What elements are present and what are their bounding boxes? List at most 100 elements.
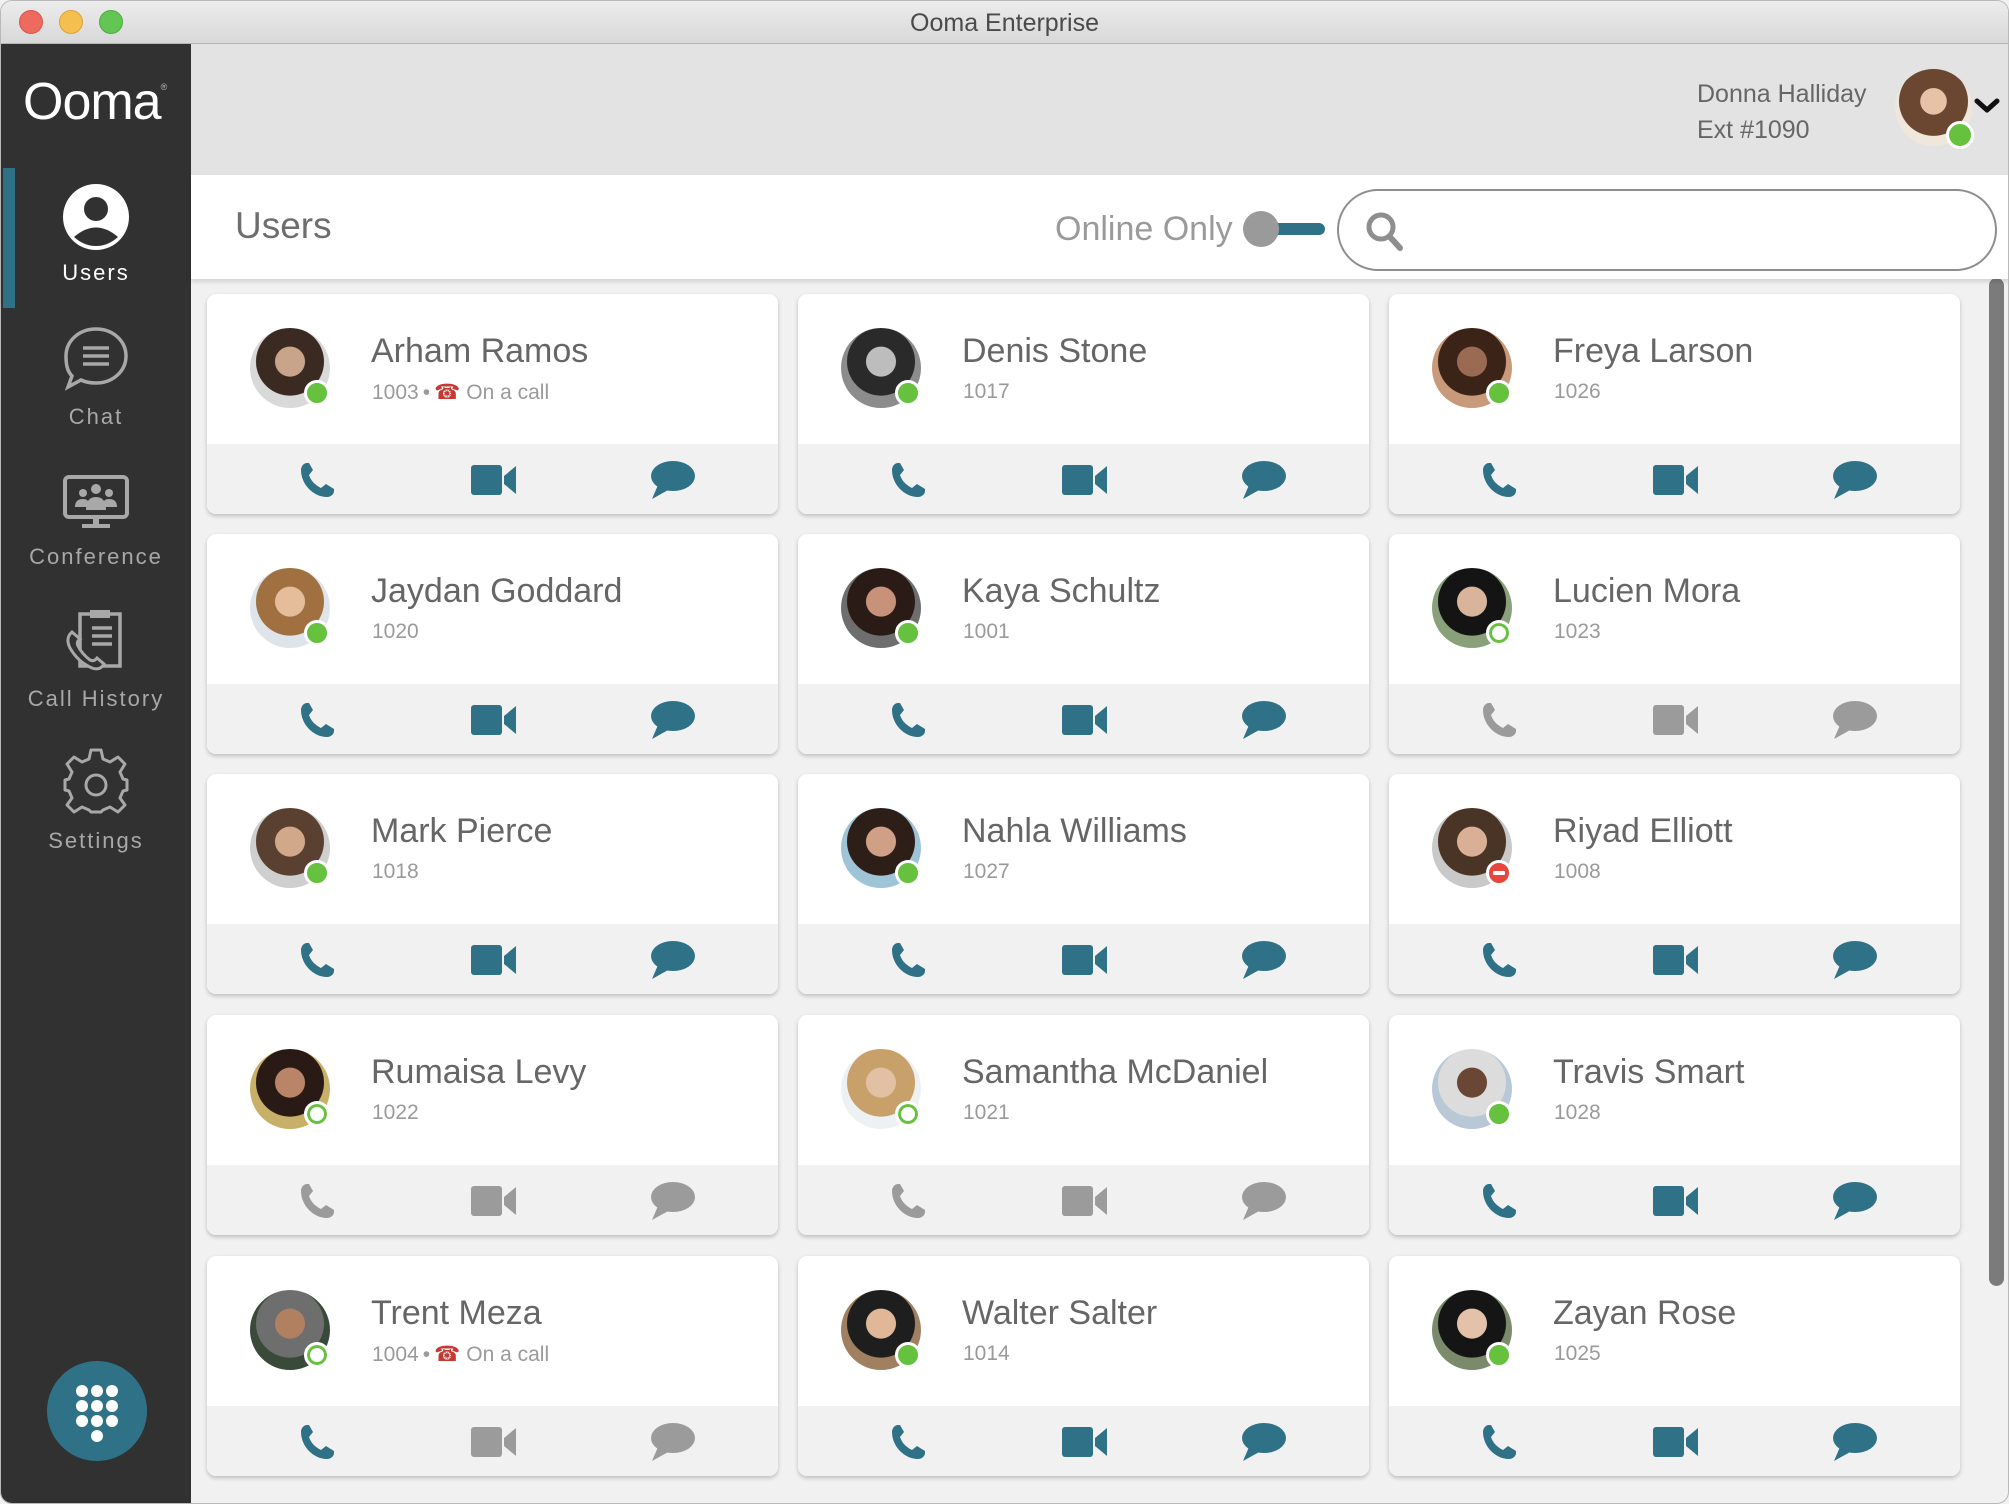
online-only-toggle[interactable]: [1243, 209, 1327, 249]
chat-bubble-icon: [1833, 1182, 1877, 1220]
sidebar-item-label: Settings: [48, 828, 144, 853]
chat-button[interactable]: [647, 458, 697, 502]
user-card-lucien-mora: Lucien Mora 1023: [1389, 534, 1960, 754]
card-action-bar: [207, 924, 778, 994]
chat-button[interactable]: [647, 1420, 697, 1464]
video-call-button[interactable]: [1060, 698, 1110, 742]
current-user-status-online: [1946, 121, 1974, 149]
call-button[interactable]: [292, 1179, 342, 1223]
call-button[interactable]: [292, 458, 342, 502]
dialpad-button[interactable]: [47, 1361, 147, 1461]
chat-bubble-icon: [1242, 1423, 1286, 1461]
sidebar-item-settings[interactable]: Settings: [1, 736, 191, 876]
call-button[interactable]: [883, 698, 933, 742]
user-extension: 1017: [963, 380, 1010, 403]
online-only-label: Online Only: [1055, 210, 1233, 248]
video-call-button[interactable]: [1651, 698, 1701, 742]
search-input[interactable]: [1419, 201, 1979, 261]
toggle-knob[interactable]: [1243, 211, 1279, 247]
chat-button[interactable]: [1238, 698, 1288, 742]
call-button[interactable]: [292, 698, 342, 742]
user-details: 1025: [1554, 1342, 1601, 1366]
chat-button[interactable]: [647, 1179, 697, 1223]
presence-status-online: [895, 380, 921, 406]
call-button[interactable]: [1474, 1179, 1524, 1223]
chat-button[interactable]: [647, 938, 697, 982]
chat-button[interactable]: [1829, 1179, 1879, 1223]
phone-icon: [892, 703, 925, 737]
video-call-button[interactable]: [1651, 1179, 1701, 1223]
chat-button[interactable]: [1238, 1420, 1288, 1464]
page-title: Users: [235, 205, 332, 246]
card-action-bar: [798, 684, 1369, 754]
chat-button[interactable]: [647, 698, 697, 742]
on-call-phone-icon: ☎: [434, 381, 461, 404]
user-details: 1022: [372, 1101, 419, 1125]
user-extension: 1027: [963, 860, 1010, 883]
separator-dot: •: [422, 1343, 431, 1366]
sidebar-item-chat[interactable]: Chat: [1, 310, 191, 450]
video-camera-icon: [1062, 1427, 1107, 1457]
phone-icon: [301, 1184, 334, 1218]
user-extension: 1026: [1554, 380, 1601, 403]
call-button[interactable]: [883, 1179, 933, 1223]
user-extension: 1014: [963, 1342, 1010, 1365]
call-button[interactable]: [883, 938, 933, 982]
chevron-down-icon[interactable]: [1974, 96, 2000, 116]
call-button[interactable]: [1474, 1420, 1524, 1464]
user-extension: 1022: [372, 1101, 419, 1124]
search-field[interactable]: [1337, 189, 1997, 271]
video-call-button[interactable]: [1060, 458, 1110, 502]
video-call-button[interactable]: [1060, 938, 1110, 982]
call-button[interactable]: [883, 1420, 933, 1464]
call-button[interactable]: [292, 938, 342, 982]
user-details: 1004 • ☎ On a call: [372, 1342, 549, 1367]
call-button[interactable]: [292, 1420, 342, 1464]
registered-mark: ®: [160, 82, 168, 92]
chat-button[interactable]: [1238, 938, 1288, 982]
video-call-button[interactable]: [469, 1179, 519, 1223]
call-button[interactable]: [1474, 698, 1524, 742]
chat-bubble-icon: [1242, 1182, 1286, 1220]
video-call-button[interactable]: [469, 938, 519, 982]
call-button[interactable]: [1474, 938, 1524, 982]
chat-button[interactable]: [1829, 698, 1879, 742]
sidebar-item-call-history[interactable]: Call History: [1, 594, 191, 734]
chat-button[interactable]: [1829, 458, 1879, 502]
scrollbar-thumb[interactable]: [1989, 278, 2004, 1286]
video-camera-icon: [471, 1186, 516, 1216]
chat-button[interactable]: [1238, 1179, 1288, 1223]
user-card-arham-ramos: Arham Ramos 1003 • ☎ On a call: [207, 294, 778, 514]
user-card-nahla-williams: Nahla Williams 1027: [798, 774, 1369, 994]
user-name: Samantha McDaniel: [962, 1053, 1269, 1091]
presence-status-dnd: [1486, 860, 1512, 886]
sidebar-item-conference[interactable]: Conference: [1, 452, 191, 592]
presence-status-online: [1486, 1342, 1512, 1368]
gear-icon: [63, 748, 129, 814]
chat-button[interactable]: [1238, 458, 1288, 502]
top-header: Donna Halliday Ext #1090: [191, 44, 2008, 175]
users-toolbar: Users Online Only: [191, 175, 2008, 279]
video-call-button[interactable]: [469, 698, 519, 742]
chat-button[interactable]: [1829, 938, 1879, 982]
user-extension: 1021: [963, 1101, 1010, 1124]
user-card-grid: Arham Ramos 1003 • ☎ On a call Denis Sto…: [191, 279, 1986, 1503]
video-call-button[interactable]: [469, 1420, 519, 1464]
call-button[interactable]: [883, 458, 933, 502]
chat-button[interactable]: [1829, 1420, 1879, 1464]
user-details: 1008: [1554, 860, 1601, 884]
sidebar-item-users[interactable]: Users: [1, 168, 191, 308]
video-call-button[interactable]: [1651, 458, 1701, 502]
call-button[interactable]: [1474, 458, 1524, 502]
video-call-button[interactable]: [1651, 1420, 1701, 1464]
phone-icon: [301, 703, 334, 737]
card-action-bar: [1389, 1406, 1960, 1476]
video-call-button[interactable]: [469, 458, 519, 502]
video-call-button[interactable]: [1060, 1420, 1110, 1464]
user-extension: 1008: [1554, 860, 1601, 883]
conference-monitor-icon: [63, 475, 129, 528]
user-name: Riyad Elliott: [1553, 812, 1733, 850]
user-extension: 1020: [372, 620, 419, 643]
video-call-button[interactable]: [1651, 938, 1701, 982]
video-call-button[interactable]: [1060, 1179, 1110, 1223]
